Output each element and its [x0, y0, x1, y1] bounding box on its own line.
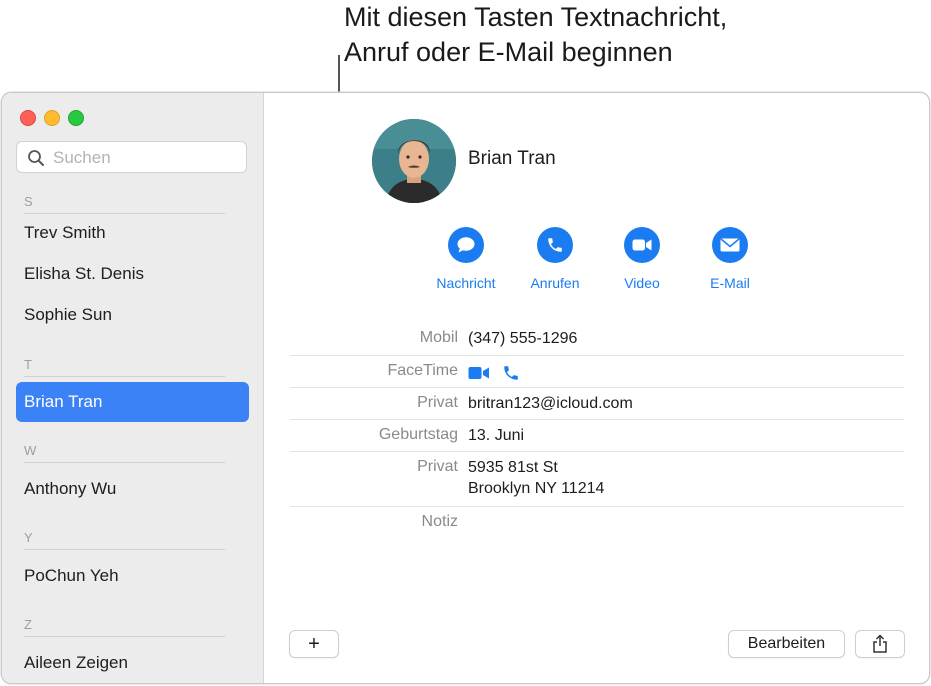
section-header-t: T: [24, 357, 225, 377]
contact-pochun-yeh[interactable]: PoChun Yeh: [16, 556, 249, 596]
message-icon: [448, 227, 484, 263]
sidebar: S Trev Smith Elisha St. Denis Sophie Sun…: [2, 93, 264, 683]
mobile-label: Mobil: [419, 329, 458, 346]
email-value[interactable]: britran123@icloud.com: [468, 393, 633, 414]
share-icon: [873, 634, 887, 653]
field-email: Privat britran123@icloud.com: [290, 387, 904, 420]
email-label: E-Mail: [710, 275, 750, 291]
mail-icon: [712, 227, 748, 263]
field-note[interactable]: Notiz: [290, 506, 904, 538]
email-button[interactable]: E-Mail: [690, 227, 770, 291]
minimize-button[interactable]: [44, 110, 60, 126]
message-button[interactable]: Nachricht: [426, 227, 506, 291]
callout-line-1: Mit diesen Tasten Textnachricht,: [344, 2, 728, 32]
field-facetime: FaceTime: [290, 355, 904, 388]
video-label: Video: [624, 275, 660, 291]
contact-trev-smith[interactable]: Trev Smith: [16, 213, 249, 253]
birthday-value: 13. Juni: [468, 427, 525, 444]
contact-detail: Brian Tran Nachricht Anrufen Video E-Mai…: [264, 93, 929, 683]
field-mobile: Mobil (347) 555-1296: [290, 325, 904, 356]
video-button[interactable]: Video: [602, 227, 682, 291]
message-label: Nachricht: [436, 275, 496, 291]
address-line-2: Brooklyn NY 11214: [468, 480, 605, 497]
email-field-label: Privat: [417, 394, 458, 411]
contact-anthony-wu[interactable]: Anthony Wu: [16, 469, 249, 509]
avatar: [372, 119, 456, 203]
note-label: Notiz: [421, 513, 458, 530]
contact-sophie-sun[interactable]: Sophie Sun: [16, 295, 249, 335]
share-button[interactable]: [855, 630, 905, 658]
address-value[interactable]: 5935 81st St Brooklyn NY 11214: [468, 457, 604, 499]
search-icon: [28, 150, 44, 166]
facetime-actions: [468, 362, 520, 383]
section-header-y: Y: [24, 530, 225, 550]
field-address: Privat 5935 81st St Brooklyn NY 11214: [290, 451, 904, 507]
field-birthday: Geburtstag 13. Juni: [290, 419, 904, 452]
search-input[interactable]: [51, 146, 245, 170]
contact-brian-tran[interactable]: Brian Tran: [16, 382, 249, 422]
video-icon: [624, 227, 660, 263]
section-header-w: W: [24, 443, 225, 463]
add-button[interactable]: +: [289, 630, 339, 658]
contact-elisha-st-denis[interactable]: Elisha St. Denis: [16, 254, 249, 294]
facetime-video-icon[interactable]: [468, 366, 490, 380]
search-field[interactable]: [16, 141, 247, 173]
mobile-value[interactable]: (347) 555-1296: [468, 328, 577, 349]
facetime-label: FaceTime: [387, 362, 458, 379]
section-header-z: Z: [24, 617, 225, 637]
call-button[interactable]: Anrufen: [515, 227, 595, 291]
callout-line-2: Anruf oder E-Mail beginnen: [344, 37, 673, 67]
address-line-1: 5935 81st St: [468, 459, 558, 476]
contact-name: Brian Tran: [468, 148, 556, 169]
contact-aileen-zeigen[interactable]: Aileen Zeigen: [16, 643, 249, 683]
callout-text: Mit diesen Tasten Textnachricht, Anruf o…: [344, 0, 727, 70]
close-button[interactable]: [20, 110, 36, 126]
call-label: Anrufen: [530, 275, 580, 291]
section-header-s: S: [24, 194, 225, 214]
birthday-label: Geburtstag: [378, 426, 458, 443]
edit-button[interactable]: Bearbeiten: [728, 630, 845, 658]
contacts-window: S Trev Smith Elisha St. Denis Sophie Sun…: [1, 92, 930, 684]
facetime-audio-icon[interactable]: [502, 364, 520, 382]
phone-icon: [537, 227, 573, 263]
address-label: Privat: [417, 458, 458, 475]
zoom-button[interactable]: [68, 110, 84, 126]
